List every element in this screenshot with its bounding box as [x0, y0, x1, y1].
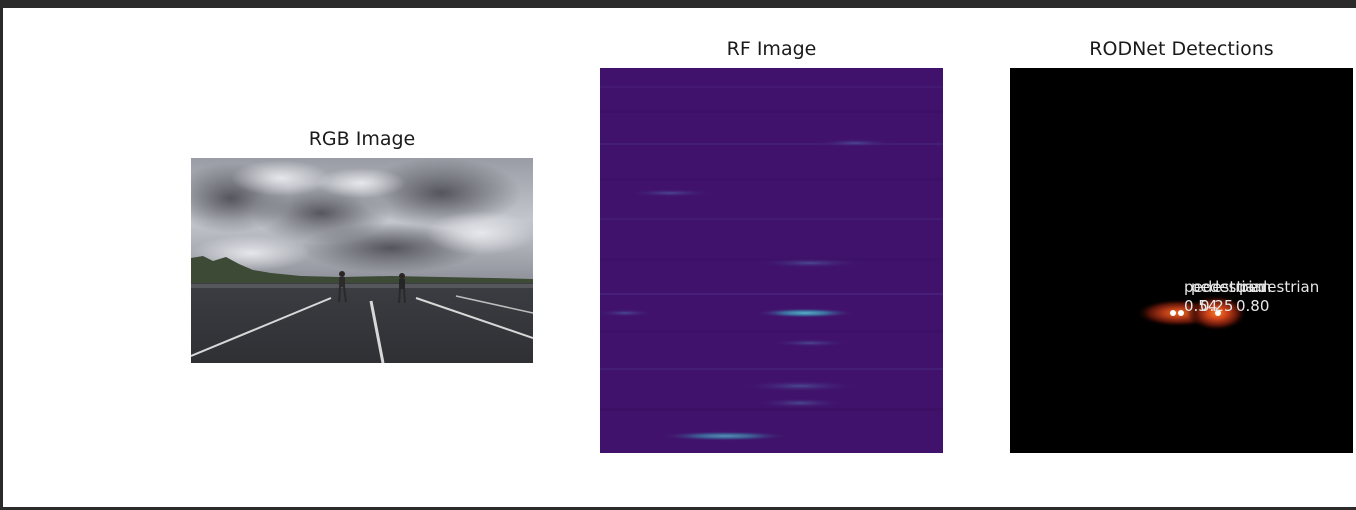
figure-window: RGB Image RF Image RODNet Detections ped… — [0, 0, 1356, 510]
detection-label-2-score: 0.25 — [1200, 297, 1234, 315]
detections-image: pedestrian 0.54 pedestrian 0.25 pedestri… — [1010, 68, 1353, 453]
detections-title: RODNet Detections — [1089, 38, 1274, 60]
rgb-image-graphic — [191, 158, 533, 363]
rf-image-graphic — [600, 68, 943, 453]
rgb-image-title: RGB Image — [308, 128, 416, 150]
detection-label-3-class: pedestrian — [1239, 278, 1320, 296]
detection-point-1 — [1170, 310, 1176, 316]
rgb-image — [191, 158, 533, 363]
detection-label-3-score: 0.80 — [1236, 297, 1270, 315]
rf-image — [600, 68, 943, 453]
rf-image-title: RF Image — [726, 38, 817, 60]
detections-heatmap — [1136, 295, 1247, 331]
